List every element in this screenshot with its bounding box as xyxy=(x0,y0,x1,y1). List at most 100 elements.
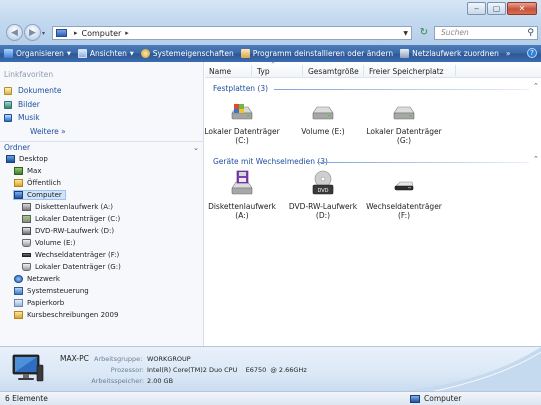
floppy-drive-icon xyxy=(231,170,253,195)
drive-item-d[interactable]: DVD DVD-RW-Laufwerk (D:) xyxy=(283,170,363,220)
tree-item-removable-f[interactable]: Wechseldatenträger (F:) xyxy=(22,251,119,259)
column-divider[interactable] xyxy=(363,65,364,76)
drive-letter: (F:) xyxy=(397,211,411,220)
drive-letter: (A:) xyxy=(235,211,249,220)
organize-button[interactable]: Organisieren ▼ xyxy=(4,49,71,58)
drive-letter: (D:) xyxy=(315,211,331,220)
column-header-row: Name Typ ^ Gesamtgröße Freier Speicherpl… xyxy=(205,62,541,78)
window-controls: ‒ ▢ ✕ xyxy=(466,2,537,15)
tree-item-network[interactable]: Netzwerk xyxy=(14,275,60,283)
column-divider[interactable] xyxy=(251,65,252,76)
details-pane: MAX-PC Arbeitsgruppe: WORKGROUP Prozesso… xyxy=(0,346,541,392)
tree-item-computer[interactable]: Computer xyxy=(13,190,66,200)
chevron-down-icon: ▼ xyxy=(66,50,71,57)
system-properties-button[interactable]: Systemeigenschaften xyxy=(140,49,234,58)
refresh-button[interactable]: ↻ xyxy=(418,26,430,40)
tree-item-label: DVD-RW-Laufwerk (D:) xyxy=(35,227,115,235)
tree-item-drive-g[interactable]: Lokaler Datenträger (G:) xyxy=(22,263,121,271)
help-icon[interactable]: ? xyxy=(527,48,537,58)
group-divider xyxy=(317,162,529,163)
favorite-documents[interactable]: Dokumente xyxy=(4,86,61,95)
tree-item-volume-e[interactable]: Volume (E:) xyxy=(22,239,76,247)
uninstall-program-button[interactable]: Programm deinstallieren oder ändern xyxy=(240,49,393,58)
toolbar-overflow-button[interactable]: » xyxy=(506,49,511,58)
drive-item-c[interactable]: Lokaler Datenträger (C:) xyxy=(202,103,282,145)
user-folder-icon xyxy=(14,167,23,175)
tree-item-label: Diskettenlaufwerk (A:) xyxy=(35,203,114,211)
drive-item-a[interactable]: Diskettenlaufwerk (A:) xyxy=(202,170,282,220)
system-properties-icon xyxy=(140,49,150,58)
hard-drive-icon xyxy=(312,106,334,120)
column-header-type[interactable]: Typ xyxy=(257,67,270,76)
tree-item-drive-c[interactable]: Lokaler Datenträger (C:) xyxy=(22,215,120,223)
collapse-caret-icon[interactable]: ⌃ xyxy=(533,82,539,90)
breadcrumb-separator[interactable]: ▸ xyxy=(125,29,129,37)
back-button[interactable]: ◀ xyxy=(6,24,23,41)
drive-item-g[interactable]: Lokaler Datenträger (G:) xyxy=(364,103,444,145)
map-network-drive-icon xyxy=(400,49,410,58)
column-divider[interactable] xyxy=(302,65,303,76)
column-header-name[interactable]: Name xyxy=(209,67,231,76)
tree-item-label: Netzwerk xyxy=(27,275,60,283)
drive-item-f[interactable]: Wechseldatenträger (F:) xyxy=(364,170,444,220)
arrow-left-icon: ◀ xyxy=(11,27,18,38)
sort-caret-icon: ^ xyxy=(271,62,276,68)
tree-item-label: Systemsteuerung xyxy=(27,287,89,295)
favorite-music[interactable]: Musik xyxy=(4,113,40,122)
minimize-button[interactable]: ‒ xyxy=(467,2,486,15)
pictures-icon xyxy=(4,100,12,109)
address-bar[interactable]: ▸ Computer ▸ ▼ xyxy=(52,26,412,40)
status-bar: 6 Elemente Computer xyxy=(0,391,541,405)
search-placeholder: Suchen xyxy=(441,28,469,37)
search-icon[interactable]: ⚲ xyxy=(527,27,534,39)
search-input[interactable]: Suchen ⚲ xyxy=(434,26,538,40)
music-icon xyxy=(4,113,12,122)
tree-item-label: Lokaler Datenträger (G:) xyxy=(35,263,121,271)
floppy-drive-icon xyxy=(22,203,31,211)
memory-value: 2.00 GB xyxy=(147,377,174,385)
breadcrumb-separator[interactable]: ▸ xyxy=(74,29,78,37)
tree-item-floppy-a[interactable]: Diskettenlaufwerk (A:) xyxy=(22,203,113,211)
drive-label: Volume (E:) xyxy=(301,127,345,136)
map-network-drive-button[interactable]: Netzlaufwerk zuordnen xyxy=(400,49,499,58)
memory-label: Arbeitsspeicher: xyxy=(91,377,144,385)
chevron-down-icon: ▼ xyxy=(129,50,134,57)
computer-icon xyxy=(56,29,67,37)
folders-header[interactable]: Ordner ⌄ xyxy=(0,141,203,153)
control-panel-icon xyxy=(14,287,23,295)
system-properties-label: Systemeigenschaften xyxy=(152,49,234,58)
hard-drive-icon xyxy=(22,239,31,247)
tree-item-max[interactable]: Max xyxy=(14,167,41,175)
close-button[interactable]: ✕ xyxy=(507,2,537,15)
collapse-caret-icon[interactable]: ⌃ xyxy=(533,155,539,163)
favorites-heading: Linkfavoriten xyxy=(4,70,54,79)
tree-item-control-panel[interactable]: Systemsteuerung xyxy=(14,287,89,295)
tree-item-course-folder[interactable]: Kursbeschreibungen 2009 xyxy=(14,311,118,319)
decorative-sweep xyxy=(391,347,541,392)
column-header-free-space[interactable]: Freier Speicherplatz xyxy=(369,67,444,76)
tree-item-recycle-bin[interactable]: Papierkorb xyxy=(14,299,64,307)
system-drive-icon xyxy=(231,104,253,120)
favorite-pictures[interactable]: Bilder xyxy=(4,100,40,109)
drive-item-e[interactable]: Volume (E:) xyxy=(283,103,363,136)
group-header-removable-devices[interactable]: Geräte mit Wechselmedien (3) xyxy=(213,157,328,166)
more-favorites-link[interactable]: Weitere » xyxy=(30,127,66,136)
address-dropdown-icon[interactable]: ▼ xyxy=(403,30,408,37)
tree-item-label: Wechseldatenträger (F:) xyxy=(35,251,120,259)
organize-label: Organisieren xyxy=(16,49,64,58)
tree-item-label: Kursbeschreibungen 2009 xyxy=(27,311,119,319)
item-count: 6 Elemente xyxy=(5,394,48,403)
forward-button[interactable]: ▶ xyxy=(24,24,41,41)
chevron-down-icon[interactable]: ⌄ xyxy=(193,142,199,154)
maximize-button[interactable]: ▢ xyxy=(487,2,506,15)
views-button[interactable]: Ansichten ▼ xyxy=(77,49,134,58)
recent-pages-dropdown[interactable]: ▾ xyxy=(42,30,45,37)
desktop-icon xyxy=(6,155,15,163)
tree-item-dvd-d[interactable]: DVD-RW-Laufwerk (D:) xyxy=(22,227,114,235)
column-divider[interactable] xyxy=(455,65,456,76)
column-header-total-size[interactable]: Gesamtgröße xyxy=(308,67,359,76)
tree-item-desktop[interactable]: Desktop xyxy=(6,155,48,163)
group-header-hard-drives[interactable]: Festplatten (3) xyxy=(213,84,268,93)
tree-item-public[interactable]: Öffentlich xyxy=(14,179,61,187)
breadcrumb-computer[interactable]: Computer xyxy=(82,29,122,38)
